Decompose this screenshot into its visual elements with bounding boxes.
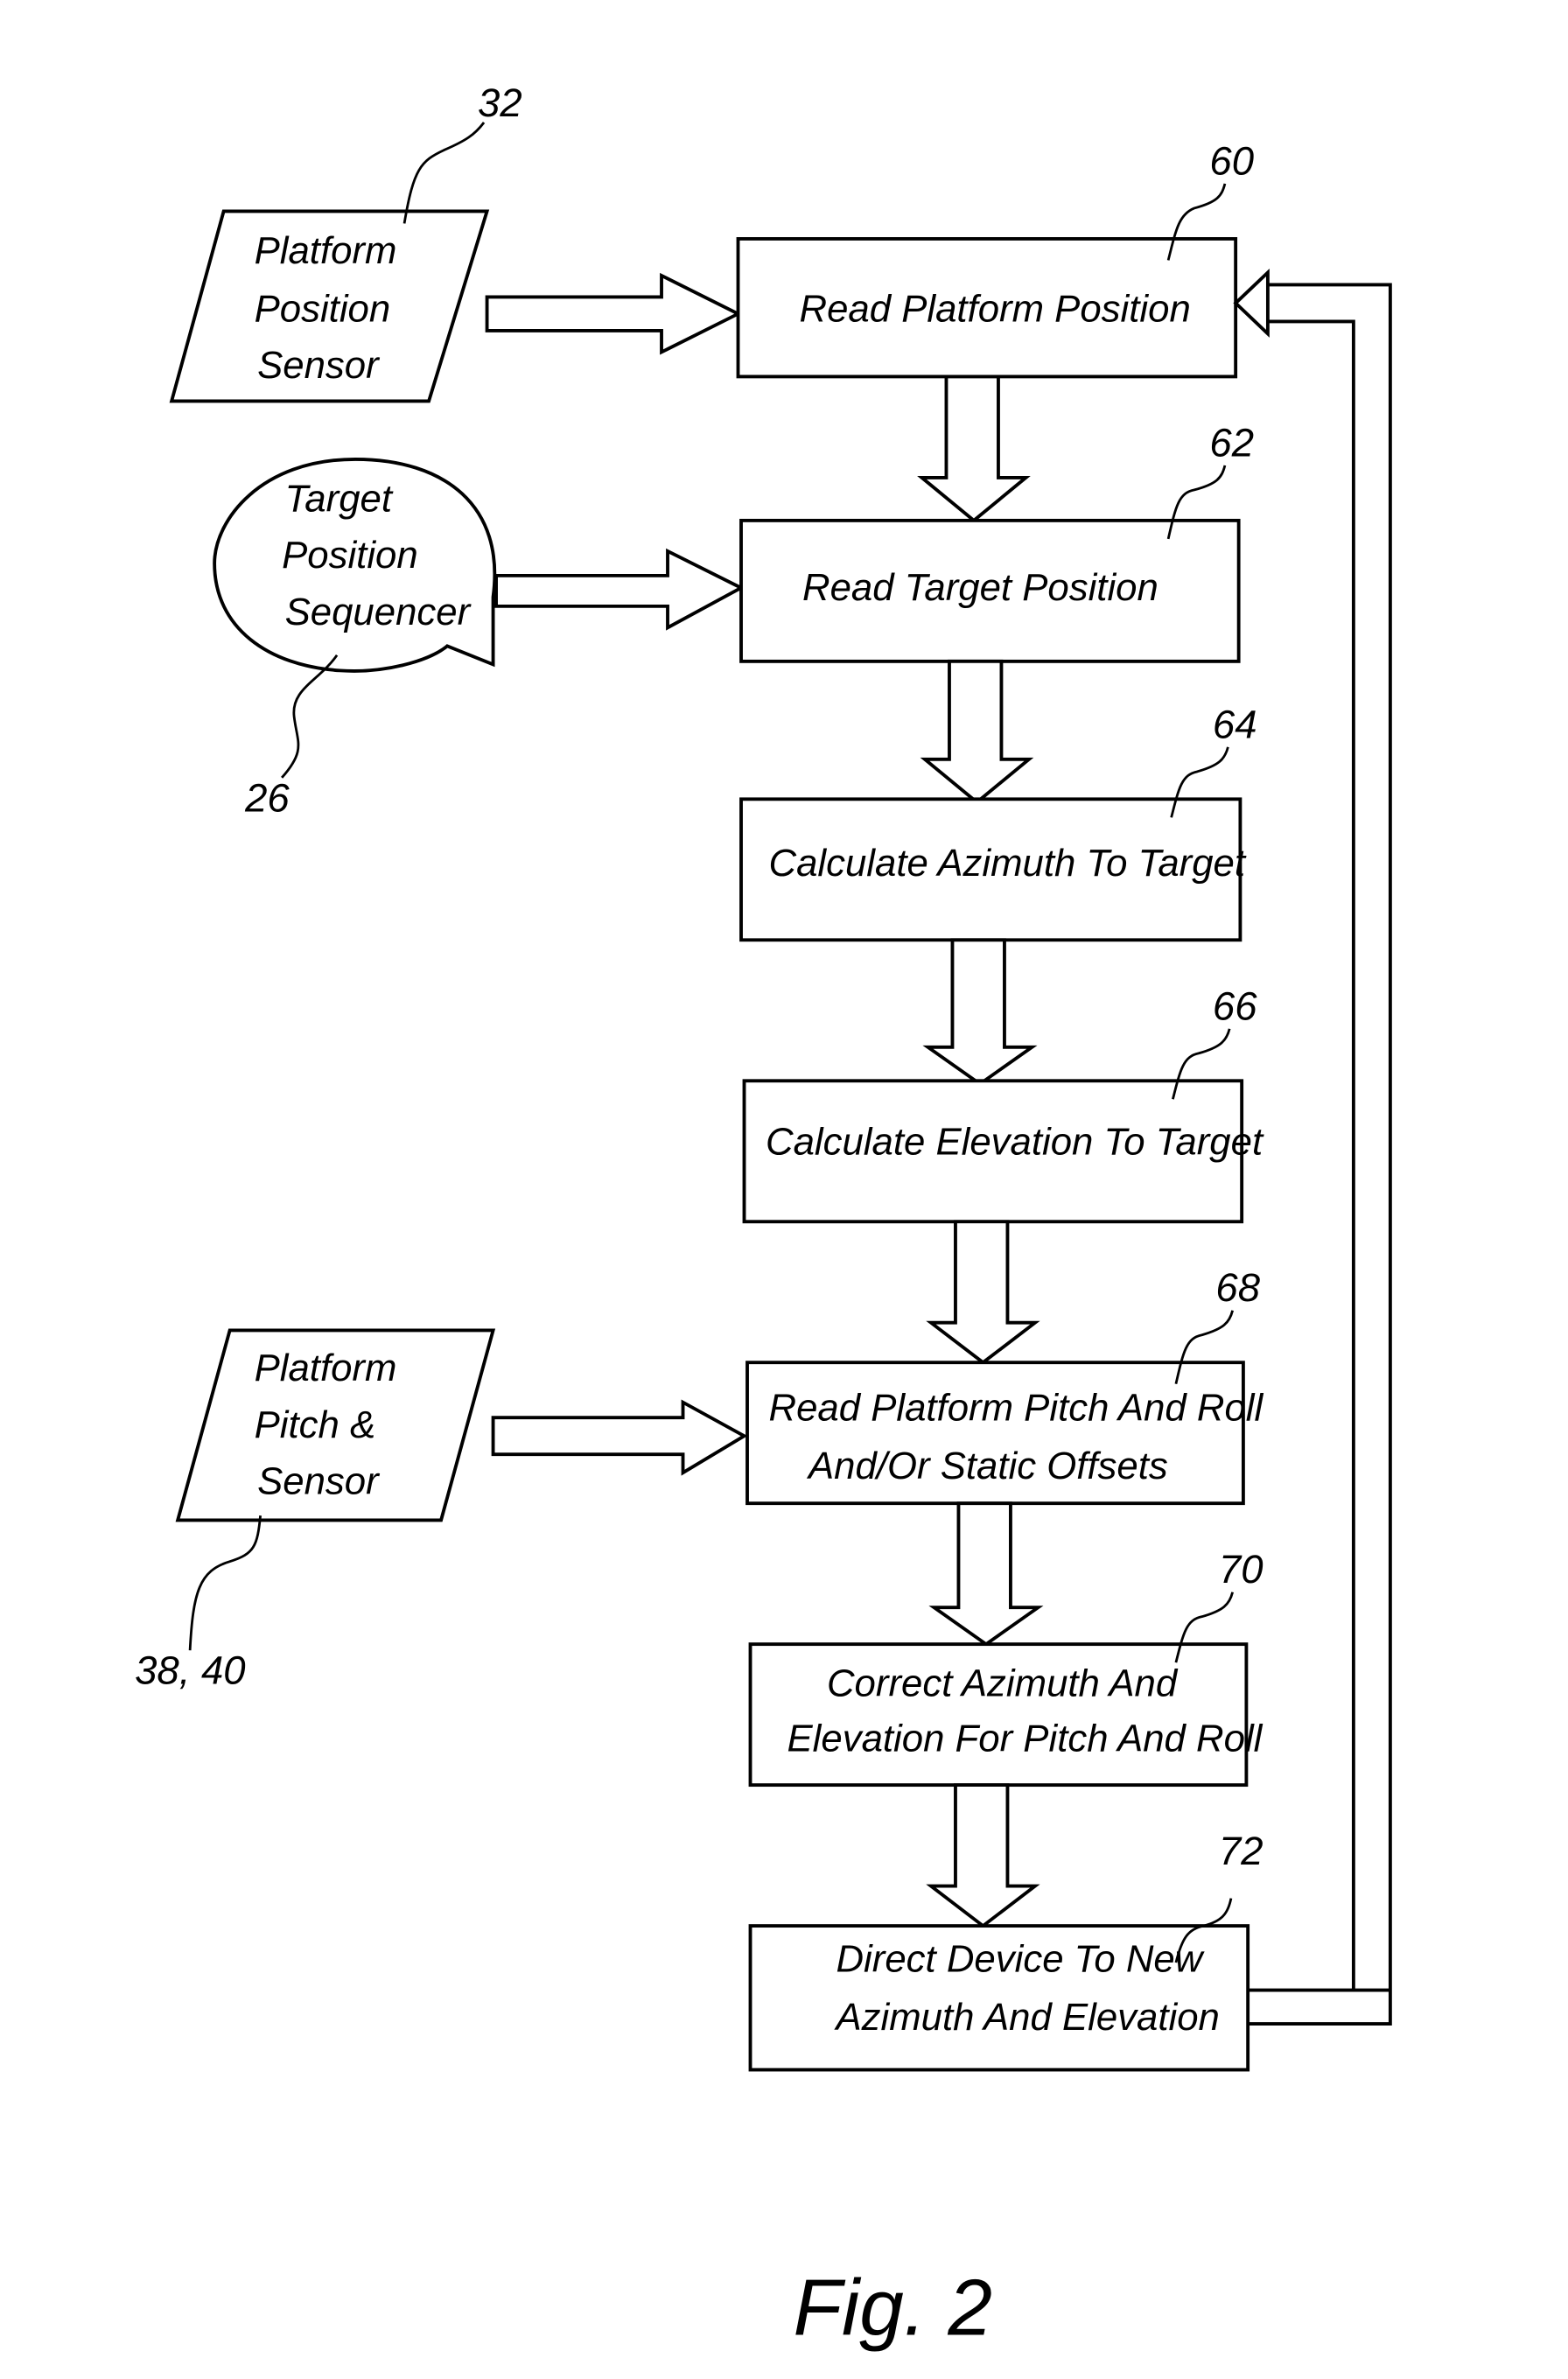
ref-number: 68 xyxy=(1215,1265,1260,1310)
flowchart: Platform Position Sensor 32 Target Posit… xyxy=(135,80,1392,2352)
arrow-38-to-68 xyxy=(491,1399,748,1476)
leader-line xyxy=(281,654,339,779)
step-label: Calculate Elevation To Target xyxy=(766,1120,1264,1163)
arrow-62-to-64 xyxy=(920,659,1034,805)
leader-line xyxy=(402,122,486,224)
figure-caption: Fig. 2 xyxy=(793,2264,992,2352)
step-label: Direct Device To New xyxy=(836,1938,1204,1981)
ref-number: 70 xyxy=(1219,1547,1264,1592)
input-line: Sensor xyxy=(257,344,381,387)
arrow-60-to-62 xyxy=(917,374,1031,523)
step-label: Read Platform Position xyxy=(799,287,1190,330)
input-line: Sensor xyxy=(257,1460,381,1503)
ref-number: 66 xyxy=(1213,983,1257,1028)
step-label: And/Or Static Offsets xyxy=(806,1445,1168,1487)
input-line: Platform xyxy=(255,1347,397,1389)
arrow-26-to-62 xyxy=(494,548,746,631)
ref-number: 26 xyxy=(244,775,290,820)
step-label: Calculate Azimuth To Target xyxy=(769,842,1247,885)
arrow-64-to-66 xyxy=(922,938,1038,1087)
ref-number: 38, 40 xyxy=(135,1648,245,1693)
ref-number: 62 xyxy=(1209,420,1254,465)
step-label: Elevation For Pitch And Roll xyxy=(787,1718,1263,1760)
ref-number: 60 xyxy=(1209,138,1254,183)
arrow-70-to-72 xyxy=(926,1783,1040,1928)
arrow-68-to-70 xyxy=(928,1501,1044,1647)
ref-number: 32 xyxy=(478,80,522,125)
ref-number: 72 xyxy=(1219,1829,1264,1873)
step-label: Read Platform Pitch And Roll xyxy=(769,1387,1264,1430)
input-platform-pitch-sensor: Platform Pitch & Sensor 38, 40 xyxy=(135,1328,496,1693)
input-line: Platform xyxy=(255,229,397,272)
arrow-32-to-60 xyxy=(485,272,742,355)
step-60: Read Platform Position 60 xyxy=(736,138,1254,379)
input-line: Sequencer xyxy=(285,591,472,633)
input-line: Position xyxy=(282,534,418,577)
input-target-position-sequencer: Target Position Sequencer 26 xyxy=(213,457,497,820)
input-line: Target xyxy=(285,477,394,520)
input-line: Position xyxy=(255,287,391,330)
leader-line xyxy=(188,1515,262,1651)
step-label: Correct Azimuth And xyxy=(827,1662,1179,1705)
step-label: Read Target Position xyxy=(802,566,1158,609)
arrow-66-to-68 xyxy=(926,1220,1040,1365)
step-label: Azimuth And Elevation xyxy=(833,1996,1219,2039)
input-line: Pitch & xyxy=(255,1403,376,1446)
ref-number: 64 xyxy=(1213,702,1257,746)
input-platform-position-sensor: Platform Position Sensor 32 xyxy=(169,80,522,403)
